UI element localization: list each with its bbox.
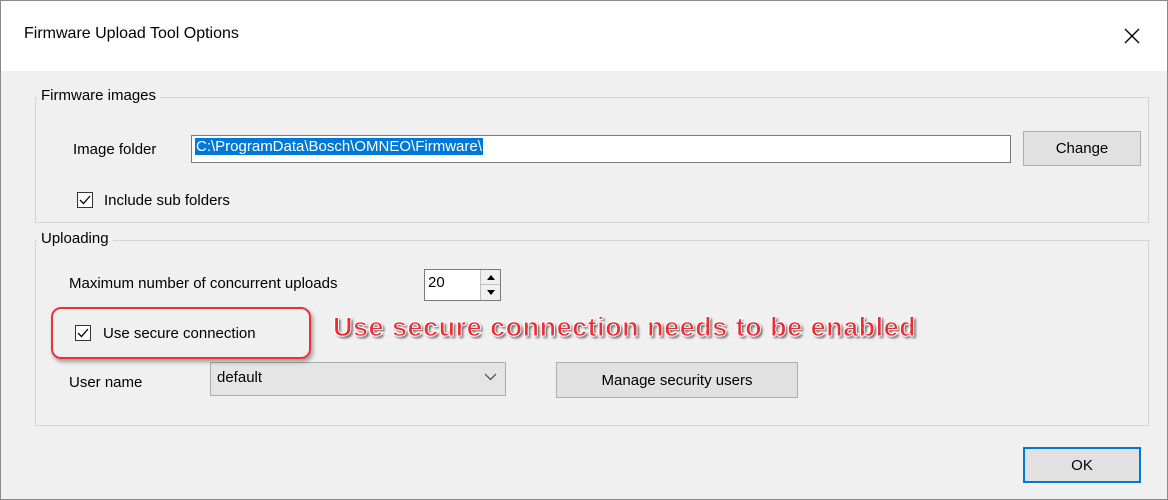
close-button[interactable] [1097, 1, 1167, 71]
spin-down-button[interactable] [481, 285, 500, 300]
options-dialog: Firmware Upload Tool Options Firmware im… [0, 0, 1168, 500]
include-subfolders-label[interactable]: Include sub folders [104, 192, 230, 209]
max-concurrent-uploads-stepper[interactable]: 20 [424, 269, 501, 301]
arrow-down-icon [486, 290, 495, 295]
change-button-label: Change [1055, 140, 1109, 157]
user-name-label: User name [69, 374, 143, 391]
checkmark-icon [79, 195, 91, 205]
change-button[interactable]: Change [1023, 131, 1141, 166]
firmware-images-group-title: Firmware images [37, 87, 161, 104]
image-folder-input[interactable]: C:\ProgramData\Bosch\OMNEO\Firmware\ [191, 135, 1011, 163]
spin-up-button[interactable] [481, 270, 500, 285]
uploading-group-title: Uploading [37, 230, 113, 247]
highlight-box [51, 307, 311, 359]
manage-security-users-label: Manage security users [601, 371, 753, 389]
arrow-up-icon [486, 274, 495, 280]
annotation-callout: Use secure connection needs to be enable… [332, 312, 917, 343]
spin-buttons [480, 270, 500, 300]
include-subfolders-checkbox[interactable] [77, 192, 93, 208]
ok-button-label: OK [1071, 456, 1093, 474]
max-concurrent-uploads-label: Maximum number of concurrent uploads [69, 275, 338, 292]
user-name-value: default [217, 369, 263, 386]
user-name-dropdown[interactable]: default [210, 362, 506, 396]
firmware-images-group: Firmware images Image folder C:\ProgramD… [35, 87, 1149, 223]
chevron-down-icon [484, 373, 497, 381]
manage-security-users-button[interactable]: Manage security users [556, 362, 798, 398]
window-title: Firmware Upload Tool Options [24, 25, 239, 42]
image-folder-label: Image folder [73, 141, 157, 158]
ok-button[interactable]: OK [1023, 447, 1141, 483]
title-bar: Firmware Upload Tool Options [1, 1, 1167, 71]
close-icon [1124, 28, 1140, 44]
image-folder-value: C:\ProgramData\Bosch\OMNEO\Firmware\ [195, 138, 483, 155]
max-concurrent-uploads-value: 20 [428, 274, 445, 291]
